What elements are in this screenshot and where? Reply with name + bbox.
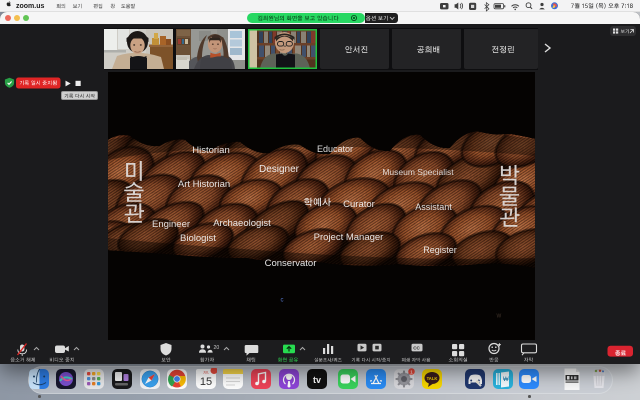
svg-text:20: 20 [214,345,220,351]
svg-text:CC: CC [413,346,420,351]
